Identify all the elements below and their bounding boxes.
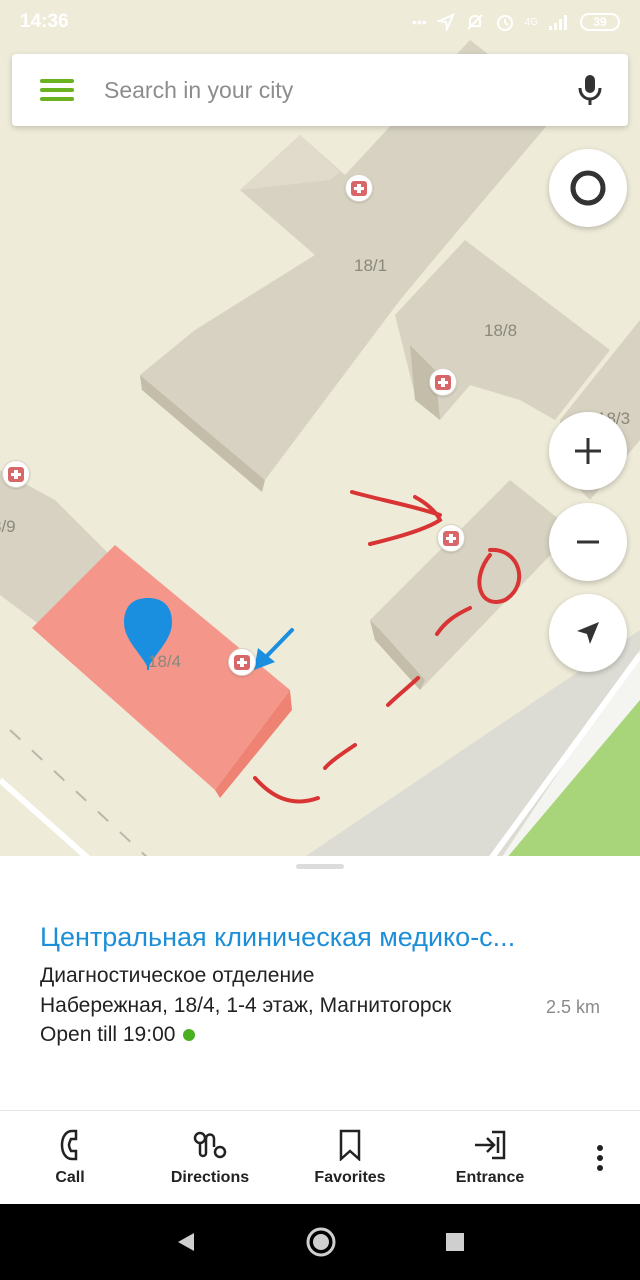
place-distance: 2.5 km — [545, 997, 600, 1017]
home-icon[interactable] — [305, 1226, 337, 1258]
entrance-icon — [475, 1130, 506, 1159]
zoom-out-button[interactable] — [549, 503, 627, 581]
place-hours: Open till 19:00 — [40, 1023, 196, 1047]
search-input[interactable]: Search in your city — [104, 77, 570, 104]
battery-icon: 39 — [580, 13, 620, 31]
place-subtitle: Диагностическое отделение — [40, 964, 315, 987]
my-location-button[interactable] — [549, 594, 627, 672]
microphone-icon[interactable] — [570, 70, 610, 110]
place-card[interactable]: Центральная клиническая медико-с... Диаг… — [0, 856, 640, 1112]
compass-icon — [570, 170, 606, 206]
map-canvas — [0, 40, 640, 860]
drag-handle[interactable] — [296, 864, 344, 869]
hospital-poi-icon[interactable] — [228, 648, 256, 676]
location-arrow-icon — [436, 13, 455, 31]
compass-button[interactable] — [549, 149, 627, 227]
plus-icon — [575, 438, 601, 464]
building-label: 18/1 — [354, 256, 388, 275]
phone-icon — [60, 1129, 78, 1160]
signal-icon — [549, 15, 567, 30]
action-bar: Call Directions Favorites Entrance — [0, 1110, 640, 1204]
entrance-button[interactable]: Entrance — [420, 1111, 560, 1204]
minus-icon — [577, 540, 599, 544]
more-options-button[interactable] — [560, 1111, 640, 1204]
navigation-arrow-icon — [577, 622, 599, 644]
system-nav-bar — [0, 1204, 640, 1280]
recents-icon[interactable] — [444, 1231, 466, 1253]
hospital-poi-icon[interactable] — [437, 524, 465, 552]
more-dots-icon: ••• — [411, 14, 427, 30]
battery-level: 39 — [593, 15, 607, 29]
call-button[interactable]: Call — [0, 1111, 140, 1204]
hospital-poi-icon[interactable] — [429, 368, 457, 396]
directions-label: Directions — [170, 1168, 250, 1186]
route-icon — [193, 1131, 227, 1158]
status-icons: ••• 4G 39 — [412, 12, 620, 32]
building-label: 18/4 — [148, 652, 182, 671]
open-status-dot — [183, 1029, 196, 1041]
hospital-poi-icon[interactable] — [345, 174, 373, 202]
favorites-label: Favorites — [314, 1168, 386, 1186]
mute-icon — [466, 14, 483, 30]
entrance-label: Entrance — [455, 1168, 525, 1186]
bookmark-icon — [339, 1129, 361, 1161]
building-label: 18/8 — [484, 321, 518, 340]
more-vertical-icon — [597, 1144, 603, 1171]
place-address: Набережная, 18/4, 1-4 этаж, Магнитогорск — [40, 994, 452, 1017]
building-label: 8/9 — [0, 517, 16, 536]
status-time: 14:36 — [20, 11, 69, 32]
back-icon[interactable] — [174, 1230, 198, 1254]
network-type: 4G — [524, 16, 538, 28]
directions-button[interactable]: Directions — [140, 1111, 280, 1204]
favorites-button[interactable]: Favorites — [280, 1111, 420, 1204]
hospital-poi-icon[interactable] — [2, 460, 30, 488]
hours-text: Open till 19:00 — [40, 1023, 176, 1046]
place-title[interactable]: Центральная клиническая медико-с... — [40, 922, 610, 953]
alarm-icon — [496, 15, 513, 31]
menu-icon[interactable] — [40, 79, 74, 101]
zoom-in-button[interactable] — [549, 412, 627, 490]
map-view[interactable]: 18/1 18/8 18/3 8/9 18/4 — [0, 0, 640, 860]
call-label: Call — [55, 1168, 85, 1186]
status-bar: 14:36 ••• 4G 39 — [0, 0, 640, 44]
search-bar[interactable]: Search in your city — [12, 54, 628, 126]
